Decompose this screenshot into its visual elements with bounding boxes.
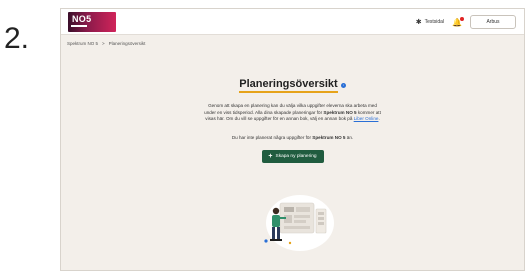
- breadcrumb-item-book[interactable]: Spektrum NO 5: [67, 41, 98, 46]
- notice-text-1: Du har inte planerat några uppgifter för: [231, 134, 313, 140]
- create-planning-button[interactable]: + Skapa ny planering: [261, 149, 324, 163]
- account-label: Arbus: [486, 19, 500, 25]
- breadcrumb-item-current: Planeringsöversikt: [108, 41, 146, 46]
- page-description: Genom att skapa en planering kan du välj…: [203, 103, 383, 123]
- person-icon: ✱: [415, 19, 422, 26]
- top-bar: NO5 ✱ Testsidal 🔔 Arbus: [61, 9, 524, 35]
- breadcrumb-separator: >: [102, 41, 105, 46]
- empty-state-illustration: [264, 195, 334, 251]
- desc-book-name: Spektrum NO 5: [323, 109, 357, 115]
- create-planning-label: Skapa ny planering: [275, 153, 317, 159]
- title-wrap: Planeringsöversikt i: [239, 78, 346, 93]
- main-content: Planeringsöversikt i Genom att skapa en …: [61, 49, 524, 163]
- tests-link[interactable]: ✱ Testsidal: [416, 18, 444, 26]
- account-button[interactable]: Arbus: [470, 15, 516, 29]
- tests-label: Testsidal: [424, 19, 445, 25]
- notification-badge: [460, 16, 464, 21]
- logo-text: NO5: [72, 14, 92, 24]
- info-icon[interactable]: i: [340, 83, 346, 88]
- app-window: NO5 ✱ Testsidal 🔔 Arbus Spektrum NO 5 > …: [60, 8, 525, 271]
- logo-underline: [71, 25, 87, 27]
- brand-logo[interactable]: NO5: [68, 12, 116, 32]
- liber-online-link[interactable]: Liber Online: [354, 116, 379, 121]
- breadcrumb: Spektrum NO 5 > Planeringsöversikt: [67, 41, 145, 46]
- desc-text-end: .: [378, 116, 380, 122]
- step-number: 2.: [4, 22, 30, 55]
- notice-book-name: Spektrum NO 5: [312, 134, 346, 140]
- notifications-button[interactable]: 🔔: [452, 16, 464, 27]
- empty-state-notice: Du har inte planerat några uppgifter för…: [61, 135, 524, 140]
- page-title: Planeringsöversikt: [239, 78, 338, 93]
- top-actions: ✱ Testsidal 🔔 Arbus: [416, 14, 516, 30]
- plus-icon: +: [268, 152, 273, 160]
- notice-text-2: än.: [345, 134, 354, 140]
